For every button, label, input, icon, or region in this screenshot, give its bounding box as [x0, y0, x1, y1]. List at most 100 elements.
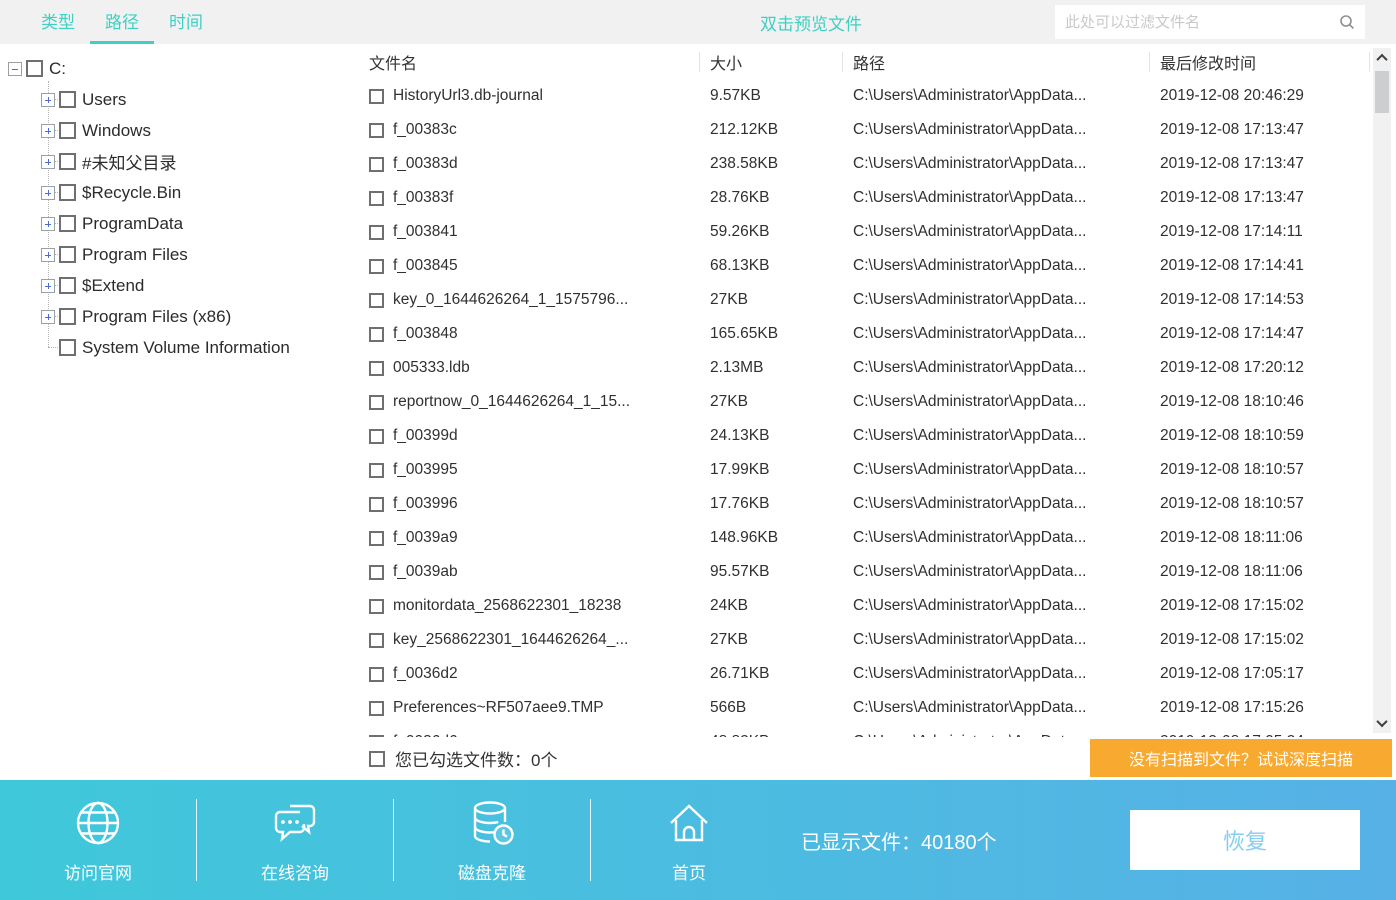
select-all-checkbox[interactable]	[369, 750, 385, 767]
tree-checkbox[interactable]	[26, 60, 43, 77]
tree-node-label: C:	[49, 58, 66, 78]
tree-node-label: #未知父目录	[82, 154, 177, 173]
table-row[interactable]: f_003845 68.13KB C:\Users\Administrator\Ap…	[355, 249, 1396, 283]
table-row[interactable]: f_003841 59.26KB C:\Users\Administrator\Ap…	[355, 215, 1396, 249]
row-checkbox[interactable]	[369, 530, 384, 546]
tree-node[interactable]: Users	[8, 84, 355, 115]
collapse-icon[interactable]	[8, 61, 22, 76]
file-size: 26.71KB	[710, 665, 770, 682]
expand-icon[interactable]	[41, 185, 55, 200]
tree-root-drive-c[interactable]: C:	[8, 53, 355, 84]
row-checkbox[interactable]	[369, 258, 384, 274]
disk-clone-button[interactable]: 磁盘克隆	[394, 796, 590, 884]
row-checkbox[interactable]	[369, 394, 384, 410]
tree-node[interactable]: Program Files	[8, 239, 355, 270]
tree-node[interactable]: $Extend	[8, 270, 355, 301]
table-row[interactable]: HistoryUrl3.db-journal 9.57KB C:\Users\Adm…	[355, 79, 1396, 113]
filename-filter-box[interactable]	[1055, 5, 1365, 39]
visit-website-button[interactable]: 访问官网	[0, 796, 196, 884]
file-path: C:\Users\Administrator\AppData...	[853, 393, 1087, 410]
tree-checkbox[interactable]	[59, 215, 76, 232]
table-row[interactable]: f_003996 17.76KB C:\Users\Administrator\Ap…	[355, 487, 1396, 521]
expand-icon[interactable]	[41, 216, 55, 231]
expand-icon[interactable]	[41, 92, 55, 107]
table-row[interactable]: f_0036d2 26.71KB C:\Users\Administrator\Ap…	[355, 657, 1396, 691]
tree-node[interactable]: #未知父目录	[8, 146, 355, 177]
filename-filter-input[interactable]	[1055, 13, 1339, 31]
table-row[interactable]: f_00383c 212.12KB C:\Users\Administrator\A…	[355, 113, 1396, 147]
tree-checkbox[interactable]	[59, 277, 76, 294]
table-row[interactable]: Preferences~RF507aee9.TMP 566B C:\Users\Ad…	[355, 691, 1396, 725]
expand-icon[interactable]	[41, 309, 55, 324]
table-row[interactable]: f_003848 165.65KB C:\Users\Administrator\A…	[355, 317, 1396, 351]
scrollbar-thumb[interactable]	[1375, 71, 1389, 113]
globe-icon	[71, 796, 125, 850]
row-checkbox[interactable]	[369, 326, 384, 342]
column-header-size[interactable]: 大小	[700, 44, 843, 79]
tree-checkbox[interactable]	[59, 91, 76, 108]
row-checkbox[interactable]	[369, 156, 384, 172]
file-path: C:\Users\Administrator\AppData...	[853, 631, 1087, 648]
file-size: 59.26KB	[710, 223, 770, 240]
expand-icon[interactable]	[41, 154, 55, 169]
column-header-filename[interactable]: 文件名	[355, 44, 700, 79]
table-row[interactable]: f_003995 17.99KB C:\Users\Administrator\Ap…	[355, 453, 1396, 487]
online-support-button[interactable]: 在线咨询	[197, 796, 393, 884]
tree-node[interactable]: ProgramData	[8, 208, 355, 239]
table-row[interactable]: f_0039ab 95.57KB C:\Users\Administrator\Ap…	[355, 555, 1396, 589]
table-row[interactable]: reportnow_0_1644626264_1_15... 27KB C:\Use…	[355, 385, 1396, 419]
row-checkbox[interactable]	[369, 496, 384, 512]
table-row[interactable]: monitordata_2568622301_18238 24KB C:\Users…	[355, 589, 1396, 623]
row-checkbox[interactable]	[369, 190, 384, 206]
tree-node[interactable]: Program Files (x86)	[8, 301, 355, 332]
home-button[interactable]: 首页	[591, 796, 787, 884]
row-checkbox[interactable]	[369, 224, 384, 240]
scroll-down-button[interactable]	[1373, 713, 1391, 733]
tree-node[interactable]: Windows	[8, 115, 355, 146]
tree-node[interactable]: $Recycle.Bin	[8, 177, 355, 208]
search-icon[interactable]	[1339, 14, 1355, 30]
table-row[interactable]: f_0039a9 148.96KB C:\Users\Administrator\A…	[355, 521, 1396, 555]
file-name: f_003995	[393, 461, 458, 478]
tree-checkbox[interactable]	[59, 122, 76, 139]
tab-type[interactable]: 类型	[26, 0, 90, 44]
table-row[interactable]: f_0036d648.82KBC:\Users\Administrator\Ap…	[355, 725, 1396, 737]
row-checkbox[interactable]	[369, 462, 384, 478]
row-checkbox[interactable]	[369, 598, 384, 614]
tree-checkbox[interactable]	[59, 246, 76, 263]
recover-button[interactable]: 恢复	[1130, 810, 1360, 870]
row-checkbox[interactable]	[369, 122, 384, 138]
tree-node[interactable]: System Volume Information	[8, 332, 355, 363]
row-checkbox[interactable]	[369, 292, 384, 308]
tree-checkbox[interactable]	[59, 308, 76, 325]
table-row[interactable]: f_00399d 24.13KB C:\Users\Administrator\Ap…	[355, 419, 1396, 453]
column-header-path[interactable]: 路径	[843, 44, 1150, 79]
deep-scan-button[interactable]: 没有扫描到文件？试试深度扫描	[1090, 739, 1392, 777]
table-row[interactable]: key_0_1644626264_1_1575796... 27KB C:\User…	[355, 283, 1396, 317]
expand-icon[interactable]	[41, 247, 55, 262]
tree-checkbox[interactable]	[59, 184, 76, 201]
tab-path[interactable]: 路径	[90, 0, 154, 44]
row-checkbox[interactable]	[369, 700, 384, 716]
row-checkbox[interactable]	[369, 428, 384, 444]
tab-time[interactable]: 时间	[154, 0, 218, 44]
column-header-mtime[interactable]: 最后修改时间	[1150, 44, 1370, 79]
table-row[interactable]: f_00383d 238.58KB C:\Users\Administrator\A…	[355, 147, 1396, 181]
tree-checkbox[interactable]	[59, 339, 76, 356]
row-checkbox[interactable]	[369, 734, 384, 737]
expand-icon[interactable]	[41, 278, 55, 293]
row-checkbox[interactable]	[369, 88, 384, 104]
table-row[interactable]: 005333.ldb 2.13MB C:\Users\Administrator\A…	[355, 351, 1396, 385]
tree-checkbox[interactable]	[59, 153, 76, 170]
row-checkbox[interactable]	[369, 360, 384, 376]
expand-icon[interactable]	[41, 123, 55, 138]
file-name: f_00383f	[393, 189, 454, 206]
row-checkbox[interactable]	[369, 666, 384, 682]
table-row[interactable]: f_00383f 28.76KB C:\Users\Administrator\Ap…	[355, 181, 1396, 215]
table-rows: HistoryUrl3.db-journal 9.57KB C:\Users\Adm…	[355, 79, 1396, 737]
table-row[interactable]: key_2568622301_1644626264_... 27KB C:\User…	[355, 623, 1396, 657]
row-checkbox[interactable]	[369, 564, 384, 580]
row-checkbox[interactable]	[369, 632, 384, 648]
vertical-scrollbar[interactable]	[1373, 48, 1391, 733]
scroll-up-button[interactable]	[1373, 48, 1391, 68]
